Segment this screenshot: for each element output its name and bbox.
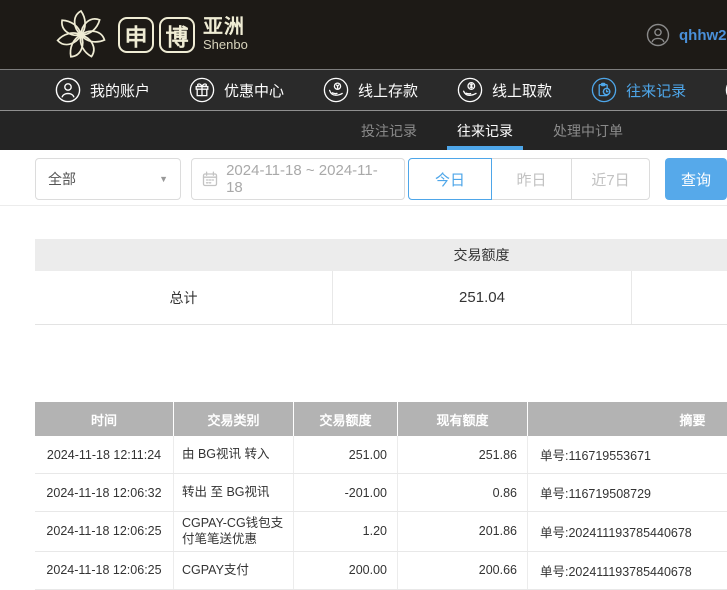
nav-label: 线上取款	[492, 80, 552, 101]
user-avatar-icon	[646, 23, 670, 47]
nav-item-my-account[interactable]: 我的账户	[55, 77, 150, 103]
chevron-down-icon: ▼	[159, 174, 168, 184]
summary-empty-cell	[631, 271, 727, 324]
nav-label: 线上存款	[358, 80, 418, 101]
cell-memo: 单号:202411193785440678	[527, 512, 727, 551]
calendar-icon	[202, 171, 218, 187]
cell-balance: 200.66	[397, 552, 527, 589]
cell-type: CGPAY支付	[173, 552, 293, 589]
cell-amount: 251.00	[293, 436, 397, 473]
nav-label: 优惠中心	[224, 80, 284, 101]
cell-type: 由 BG视讯 转入	[173, 436, 293, 473]
today-button[interactable]: 今日	[408, 158, 492, 200]
table-row: 2024-11-18 12:06:32 转出 至 BG视讯 -201.00 0.…	[35, 474, 727, 512]
brand-char-box-2: 博	[159, 17, 195, 53]
main-nav: 我的账户 优惠中心 线上存款	[0, 70, 727, 111]
brand-char-box-1: 申	[118, 17, 154, 53]
summary-total-label: 总计	[35, 271, 332, 324]
last-7-days-button[interactable]: 近7日	[572, 158, 650, 200]
username-text: qhhw2	[679, 27, 727, 44]
type-select-value: 全部	[48, 169, 76, 189]
cell-balance: 0.86	[397, 474, 527, 511]
summary-total-row: 总计 251.04	[35, 271, 727, 325]
gift-icon	[189, 77, 215, 103]
col-header-balance: 现有额度	[397, 402, 527, 436]
deposit-icon	[323, 77, 349, 103]
cell-time: 2024-11-18 12:06:25	[35, 512, 173, 551]
table-row: 2024-11-18 12:06:25 CGPAY-CG钱包支付笔笔送优惠 1.…	[35, 512, 727, 552]
table-row: 2024-11-18 12:11:24 由 BG视讯 转入 251.00 251…	[35, 436, 727, 474]
quick-date-button-group: 今日 昨日 近7日	[408, 158, 650, 200]
filter-divider	[0, 205, 727, 206]
nav-item-withdraw[interactable]: 线上取款	[457, 77, 552, 103]
transaction-table: 时间 交易类别 交易额度 现有额度 摘要 2024-11-18 12:11:24…	[35, 402, 727, 590]
cell-time: 2024-11-18 12:06:32	[35, 474, 173, 511]
col-header-memo: 摘要	[527, 402, 727, 436]
cell-type: CGPAY-CG钱包支付笔笔送优惠	[173, 512, 293, 551]
cell-amount: 200.00	[293, 552, 397, 589]
user-icon	[55, 77, 81, 103]
records-tab-bar: 投注记录 往来记录 处理中订单	[0, 111, 727, 150]
col-header-time: 时间	[35, 402, 173, 436]
filter-row: 全部 ▼ 2024-11-18 ~ 2024-11-18 今日 昨日 近7日 查…	[35, 158, 727, 200]
cell-memo: 单号:116719553671	[527, 436, 727, 473]
top-header: 申 博 亚洲 Shenbo qhhw2	[0, 0, 727, 70]
summary-header-row: 交易额度	[35, 239, 727, 271]
table-row: 2024-11-18 12:06:25 CGPAY支付 200.00 200.6…	[35, 552, 727, 590]
cell-type: 转出 至 BG视讯	[173, 474, 293, 511]
transaction-table-header: 时间 交易类别 交易额度 现有额度 摘要	[35, 402, 727, 436]
user-account-link[interactable]: qhhw2	[646, 0, 727, 70]
brand-subtitle-text: Shenbo	[203, 38, 248, 52]
nav-label: 我的账户	[90, 80, 150, 101]
nav-item-transaction-records[interactable]: 往来记录	[591, 77, 686, 103]
cell-amount: 1.20	[293, 512, 397, 551]
summary-header-amount: 交易额度	[332, 245, 631, 265]
cell-time: 2024-11-18 12:11:24	[35, 436, 173, 473]
nav-item-deposit[interactable]: 线上存款	[323, 77, 418, 103]
tab-transaction-records[interactable]: 往来记录	[451, 111, 519, 150]
type-select[interactable]: 全部 ▼	[35, 158, 181, 200]
cell-balance: 251.86	[397, 436, 527, 473]
flower-logo-icon	[54, 8, 108, 62]
date-range-input[interactable]: 2024-11-18 ~ 2024-11-18	[191, 158, 405, 200]
yesterday-button[interactable]: 昨日	[492, 158, 572, 200]
cell-memo: 单号:202411193785440678	[527, 552, 727, 589]
brand-region-text: 亚洲	[203, 17, 248, 38]
col-header-type: 交易类别	[173, 402, 293, 436]
col-header-amount: 交易额度	[293, 402, 397, 436]
nav-item-promotions[interactable]: 优惠中心	[189, 77, 284, 103]
summary-total-amount: 251.04	[332, 271, 631, 324]
withdraw-icon	[457, 77, 483, 103]
brand-logo[interactable]: 申 博 亚洲 Shenbo	[54, 8, 248, 62]
search-button[interactable]: 查询	[665, 158, 727, 200]
records-icon	[591, 77, 617, 103]
date-range-value: 2024-11-18 ~ 2024-11-18	[226, 162, 394, 196]
tab-pending-orders[interactable]: 处理中订单	[547, 111, 629, 150]
cell-amount: -201.00	[293, 474, 397, 511]
cell-balance: 201.86	[397, 512, 527, 551]
tab-betting-records[interactable]: 投注记录	[355, 111, 423, 150]
cell-memo: 单号:116719508729	[527, 474, 727, 511]
cell-time: 2024-11-18 12:06:25	[35, 552, 173, 589]
summary-table: 交易额度 总计 251.04	[35, 239, 727, 325]
nav-label: 往来记录	[626, 80, 686, 101]
